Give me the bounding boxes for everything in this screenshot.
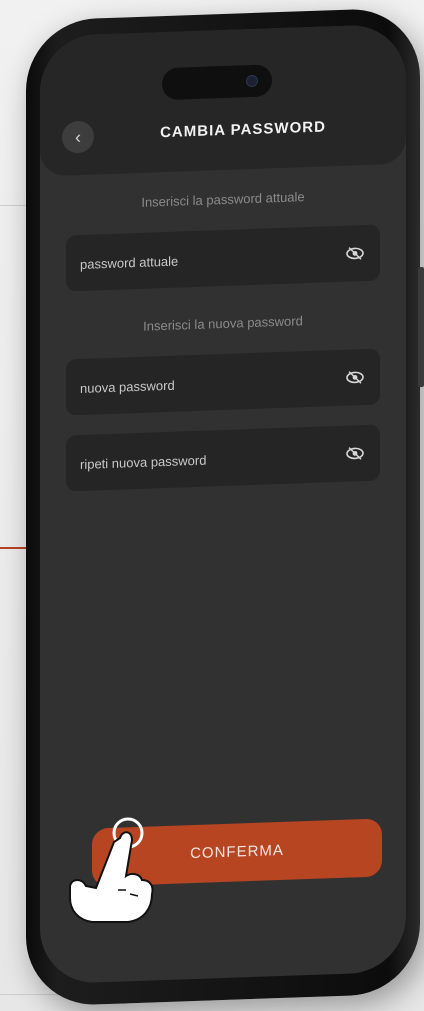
pointing-hand-icon <box>69 817 154 923</box>
background-divider-bottom <box>0 994 60 995</box>
repeat-password-placeholder: ripeti nuova password <box>80 452 207 472</box>
side-button <box>418 266 424 388</box>
back-button[interactable]: ‹ <box>62 120 94 154</box>
current-password-hint: Inserisci la password attuale <box>141 189 305 210</box>
camera-icon <box>246 74 258 88</box>
new-password-hint: Inserisci la nuova password <box>143 313 303 334</box>
current-password-field[interactable]: password attuale <box>66 224 380 292</box>
current-password-placeholder: password attuale <box>80 253 179 272</box>
app-header: ‹ CAMBIA PASSWORD <box>40 23 406 177</box>
dynamic-island <box>162 64 272 101</box>
eye-icon[interactable] <box>346 369 364 386</box>
new-password-field[interactable]: nuova password <box>66 348 380 416</box>
new-password-placeholder: nuova password <box>80 377 175 396</box>
chevron-left-icon: ‹ <box>75 126 81 148</box>
repeat-password-field[interactable]: ripeti nuova password <box>66 424 380 492</box>
eye-icon[interactable] <box>346 245 364 262</box>
page-title: CAMBIA PASSWORD <box>160 118 326 142</box>
eye-icon[interactable] <box>346 445 364 462</box>
